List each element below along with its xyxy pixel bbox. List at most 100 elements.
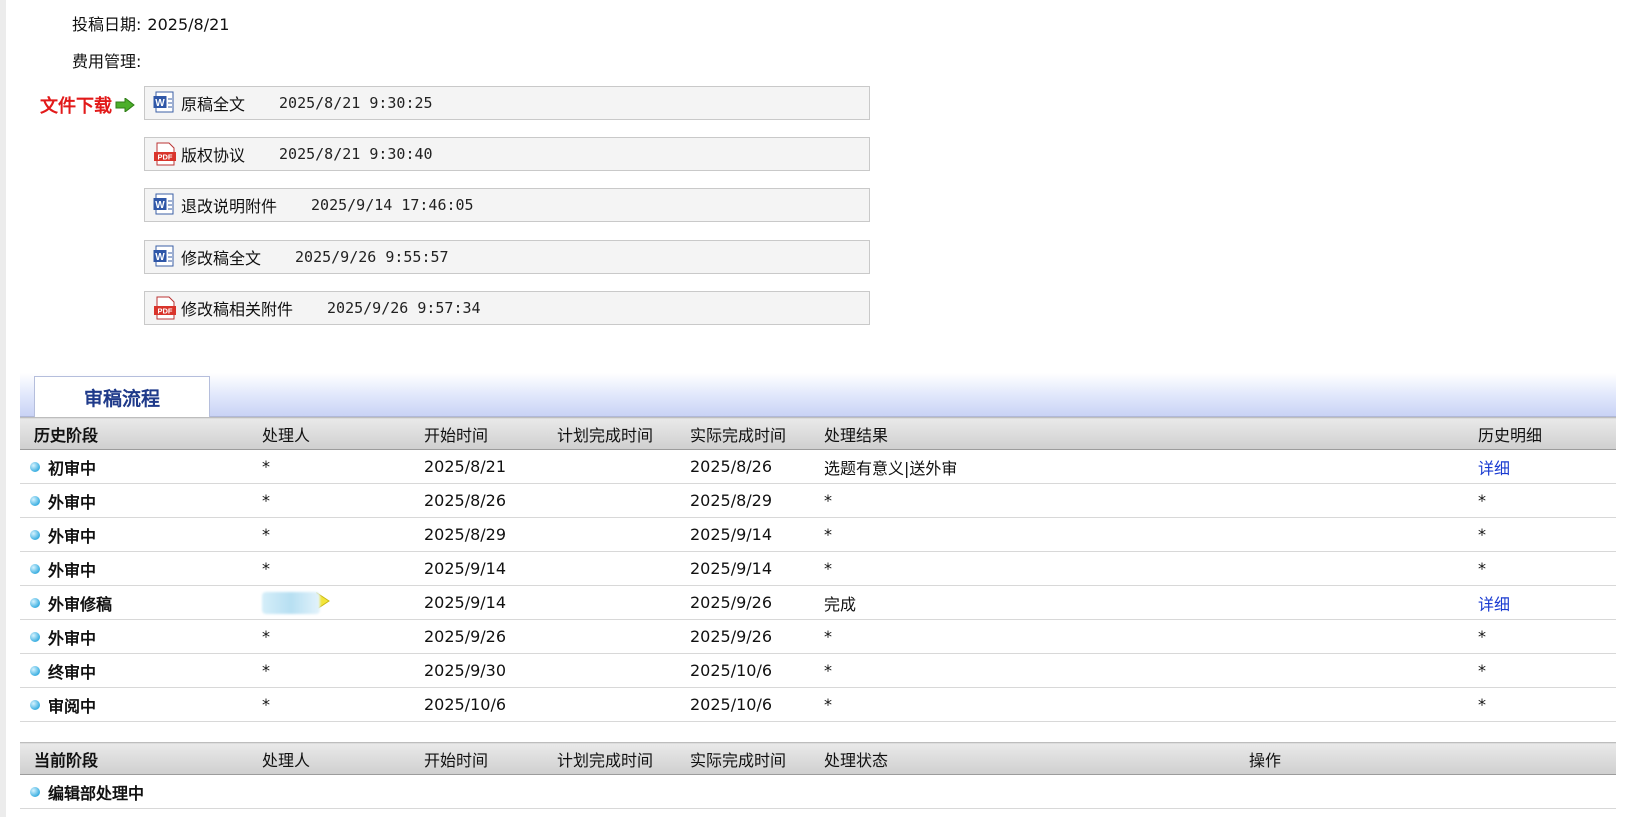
start-cell: 2025/9/30: [412, 653, 545, 688]
svg-text:W: W: [155, 200, 165, 211]
empty-cell: [250, 774, 412, 809]
detail-cell: *: [1466, 551, 1616, 586]
bullet-dot-icon: [30, 787, 40, 797]
col-header: 处理状态: [812, 742, 1237, 775]
bullet-dot-icon: [30, 700, 40, 710]
stage-label: 审阅中: [48, 696, 97, 716]
file-download-label: 文件下载: [40, 92, 135, 118]
result-cell: 完成: [812, 585, 1466, 620]
file-name[interactable]: 版权协议: [181, 142, 245, 166]
file-download-item[interactable]: PDF 版权协议 2025/8/21 9:30:40: [144, 137, 870, 171]
handler-cell: *: [250, 551, 412, 586]
file-time: 2025/9/26 9:57:34: [327, 299, 481, 317]
actual-cell: 2025/10/6: [678, 687, 812, 722]
svg-text:W: W: [155, 252, 165, 263]
pdf-icon: PDF: [153, 142, 176, 166]
empty-cell: [412, 774, 545, 809]
file-download-item[interactable]: PDF 修改稿相关附件 2025/9/26 9:57:34: [144, 291, 870, 325]
file-time: 2025/8/21 9:30:40: [279, 145, 433, 163]
current-header-row: 当前阶段 处理人 开始时间 计划完成时间 实际完成时间 处理状态 操作: [20, 742, 1616, 775]
submission-date-value: 2025/8/21: [147, 15, 230, 34]
stage-label: 终审中: [48, 662, 97, 682]
detail-link[interactable]: 详细: [1478, 459, 1510, 478]
left-edge-strip: [0, 0, 6, 817]
empty-cell: [545, 774, 678, 809]
fee-management-label: 费用管理:: [72, 52, 142, 71]
col-header: 历史阶段: [20, 417, 250, 450]
stage-cell: 外审修稿: [20, 585, 250, 620]
result-cell: *: [812, 653, 1466, 688]
handler-cell: [250, 585, 412, 620]
word-doc-icon: W: [153, 193, 175, 217]
file-download-item[interactable]: W 修改稿全文 2025/9/26 9:55:57: [144, 240, 870, 274]
stage-cell: 外审中: [20, 619, 250, 654]
actual-cell: 2025/10/6: [678, 653, 812, 688]
col-header: 计划完成时间: [545, 417, 678, 450]
file-time: 2025/9/14 17:46:05: [311, 196, 474, 214]
planned-cell: [545, 483, 678, 518]
file-name[interactable]: 原稿全文: [181, 91, 245, 115]
stage-cell: 外审中: [20, 483, 250, 518]
tab-review-process-label: 审稿流程: [83, 387, 160, 410]
table-row: 终审中 * 2025/9/30 2025/10/6 * *: [20, 653, 1616, 688]
stage-cell: 初审中: [20, 449, 250, 484]
bullet-dot-icon: [30, 496, 40, 506]
actual-cell: 2025/8/26: [678, 449, 812, 484]
blurred-handler-name: [262, 591, 320, 614]
col-header: 开始时间: [412, 417, 545, 450]
history-table: 历史阶段 处理人 开始时间 计划完成时间 实际完成时间 处理结果 历史明细 初审…: [20, 417, 1616, 756]
review-process-header: 审稿流程: [20, 373, 1616, 417]
file-download-text: 文件下载: [40, 96, 112, 117]
stage-cell: 外审中: [20, 517, 250, 552]
stage-label: 外审修稿: [48, 594, 113, 614]
planned-cell: [545, 619, 678, 654]
current-stage-table: 当前阶段 处理人 开始时间 计划完成时间 实际完成时间 处理状态 操作 编辑部处…: [20, 742, 1616, 809]
file-name[interactable]: 修改稿全文: [181, 245, 261, 269]
history-header-row: 历史阶段 处理人 开始时间 计划完成时间 实际完成时间 处理结果 历史明细: [20, 417, 1616, 450]
empty-cell: [1237, 774, 1616, 809]
planned-cell: [545, 551, 678, 586]
stage-cell: 编辑部处理中: [20, 774, 250, 809]
svg-text:PDF: PDF: [158, 153, 173, 162]
file-name[interactable]: 退改说明附件: [181, 193, 277, 217]
table-row: 初审中 * 2025/8/21 2025/8/26 选题有意义|送外审 详细: [20, 449, 1616, 484]
file-download-item[interactable]: W 退改说明附件 2025/9/14 17:46:05: [144, 188, 870, 222]
col-header: 历史明细: [1466, 417, 1616, 450]
start-cell: 2025/10/6: [412, 687, 545, 722]
handler-cell: *: [250, 653, 412, 688]
detail-link[interactable]: 详细: [1478, 595, 1510, 614]
planned-cell: [545, 517, 678, 552]
table-row: 外审中 * 2025/9/26 2025/9/26 * *: [20, 619, 1616, 654]
file-name[interactable]: 修改稿相关附件: [181, 296, 293, 320]
bullet-dot-icon: [30, 530, 40, 540]
tab-review-process[interactable]: 审稿流程: [34, 376, 210, 417]
detail-cell: *: [1466, 483, 1616, 518]
svg-text:W: W: [155, 98, 165, 109]
bullet-dot-icon: [30, 564, 40, 574]
stage-label: 外审中: [48, 492, 97, 512]
result-cell: *: [812, 483, 1466, 518]
col-header: 处理人: [250, 742, 412, 775]
stage-label: 外审中: [48, 526, 97, 546]
col-header: 处理人: [250, 417, 412, 450]
detail-cell: 详细: [1466, 449, 1616, 484]
bullet-dot-icon: [30, 632, 40, 642]
planned-cell: [545, 585, 678, 620]
planned-cell: [545, 687, 678, 722]
stage-cell: 审阅中: [20, 687, 250, 722]
word-doc-icon: W: [153, 91, 175, 115]
handler-cell: *: [250, 687, 412, 722]
submission-date: 投稿日期: 2025/8/21: [72, 11, 229, 35]
detail-cell: *: [1466, 653, 1616, 688]
planned-cell: [545, 449, 678, 484]
green-arrow-right-icon: [115, 98, 135, 112]
col-header: 实际完成时间: [678, 742, 812, 775]
file-download-item[interactable]: W 原稿全文 2025/8/21 9:30:25: [144, 86, 870, 120]
table-row: 外审中 * 2025/9/14 2025/9/14 * *: [20, 551, 1616, 586]
table-row: 外审中 * 2025/8/29 2025/9/14 * *: [20, 517, 1616, 552]
table-row: 编辑部处理中: [20, 774, 1616, 809]
actual-cell: 2025/9/26: [678, 619, 812, 654]
actual-cell: 2025/9/14: [678, 551, 812, 586]
result-cell: *: [812, 687, 1466, 722]
svg-text:PDF: PDF: [158, 307, 173, 316]
